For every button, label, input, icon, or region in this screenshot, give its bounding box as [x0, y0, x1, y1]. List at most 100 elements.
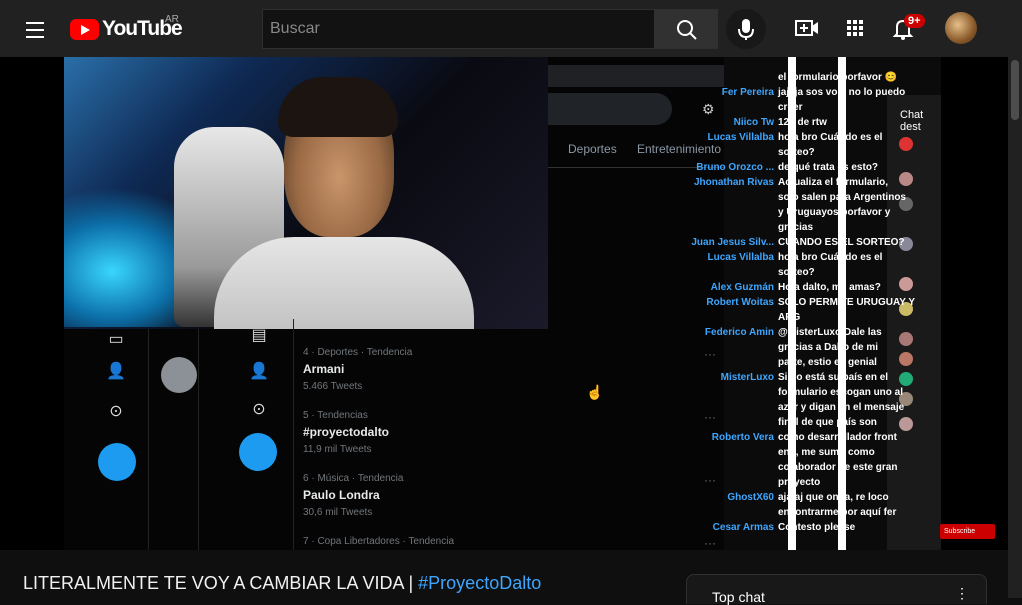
apps-grid-icon [847, 20, 863, 36]
more-options-icon: ··· [704, 473, 716, 487]
live-chat-header: Top chat ⋮ [686, 574, 987, 605]
chat-message-text: como desarrollador front [778, 432, 897, 443]
chat-author: Federico Amin [704, 327, 774, 338]
search-button[interactable] [654, 9, 718, 49]
person-hair [278, 77, 398, 137]
twitter-nav-right: ▤ 👤 ⊙ [199, 319, 294, 550]
chat-avatar [899, 137, 913, 151]
menu-icon[interactable] [22, 17, 48, 41]
chat-author: Roberto Vera [711, 432, 774, 443]
trend-name: #proyectodalto [303, 425, 390, 439]
mouse-cursor-icon: ☝ [586, 384, 604, 400]
chat-message-text: end, me sumo como [778, 447, 875, 458]
facecam-overlay [64, 57, 548, 329]
chat-message-text: el formulario porfavor 😊 [778, 72, 898, 83]
trend-name: Armani [303, 362, 345, 376]
featured-chat-header: Chat dest [900, 109, 924, 133]
account-avatar[interactable] [945, 12, 977, 44]
chat-avatar [899, 417, 913, 431]
chat-message-text: ajajaj que onda, re loco [778, 492, 889, 503]
video-player[interactable]: ⚙ Deportes Entretenimiento ▭ 👤 ⊙ ▤ 👤 ⊙ 4… [0, 57, 1008, 550]
chat-message-text: jajaja sos vos, no lo puedo [778, 87, 906, 98]
compose-tweet-icon [98, 443, 136, 481]
create-video-button[interactable] [793, 14, 821, 42]
chat-message-text: solo salen para Argentinos [778, 192, 906, 203]
chat-author: Lucas Villalba [707, 252, 774, 263]
profile-icon: 👤 [106, 363, 126, 380]
chat-message-text: sorteo? [778, 147, 815, 158]
chat-author: Juan Jesus Silv... [691, 237, 774, 248]
twitter-account-column [149, 329, 199, 550]
chat-message-text: Si no está su país en el [778, 372, 889, 383]
chat-message-text: final de que país son [778, 417, 877, 428]
voice-search-button[interactable] [726, 9, 766, 49]
chat-author: Bruno Orozco ... [696, 162, 774, 173]
trend-count: 5.466 Tweets [303, 381, 363, 392]
more-options-icon: ··· [704, 347, 716, 361]
trend-meta: 7 · Copa Libertadores · Tendencia [303, 536, 455, 547]
chat-avatar [899, 277, 913, 291]
featured-chat-column [887, 95, 941, 550]
chat-author: Niico Tw [733, 117, 774, 128]
more-icon: ⊙ [252, 401, 266, 418]
chat-author: Lucas Villalba [707, 132, 774, 143]
chat-message-text: hola bro Cuándo es el [778, 132, 883, 143]
twitter-nav-left: ▭ 👤 ⊙ [64, 329, 149, 550]
chat-message-text: sorteo? [778, 267, 815, 278]
apps-button[interactable] [841, 14, 869, 42]
chat-message-text: azar y digan en el mensaje [778, 402, 905, 413]
chat-author: Fer Pereira [721, 87, 774, 98]
video-title: LITERALMENTE TE VOY A CAMBIAR LA VIDA | … [23, 573, 541, 594]
chat-message-text: creer [778, 102, 803, 113]
scrollbar-thumb[interactable] [1011, 60, 1019, 120]
chat-message-text: encontrarme por aquí fer [778, 507, 897, 518]
top-chat-dropdown[interactable]: Top chat [712, 589, 765, 605]
profile-icon: 👤 [249, 363, 269, 380]
trend-name: Paulo Londra [303, 488, 380, 502]
chat-message-text: y Uruguayos porfavor y [778, 207, 891, 218]
person-shirt [214, 237, 474, 329]
chat-avatar [899, 332, 913, 346]
chat-message-text: Hola dalto, me amas? [778, 282, 881, 293]
more-icon: ⊙ [109, 403, 123, 420]
chat-message-text: hola bro Cuándo es el [778, 252, 883, 263]
hashtag-link[interactable]: #ProyectoDalto [418, 573, 541, 593]
chat-author: Robert Woitas [706, 297, 774, 308]
chat-author: Jhonathan Rivas [693, 177, 774, 188]
masthead: YouTube AR 9+ [0, 0, 1022, 57]
chat-avatar [899, 172, 913, 186]
search-input[interactable] [262, 9, 655, 49]
chat-author: Alex Guzmán [710, 282, 774, 293]
list-icon: ▭ [108, 331, 124, 348]
below-player: LITERALMENTE TE VOY A CAMBIAR LA VIDA | … [0, 550, 1008, 605]
trend-meta: 4 · Deportes · Tendencia [303, 347, 413, 358]
microphone-icon [738, 19, 754, 40]
chat-message-text: Contesto please [778, 522, 856, 533]
tab-deportes: Deportes [568, 142, 617, 156]
create-video-icon [795, 20, 818, 36]
country-code: AR [165, 14, 179, 25]
youtube-play-icon [70, 18, 99, 40]
trend-item: 5 · Tendencias #proyectodalto 11,9 mil T… [303, 410, 723, 455]
more-options-icon[interactable]: ⋮ [955, 585, 969, 602]
chat-author: Cesar Armas [712, 522, 774, 533]
chat-message-text: gracias a Dalto de mi [778, 342, 879, 353]
trend-count: 11,9 mil Tweets [303, 444, 372, 455]
trend-item: 4 · Deportes · Tendencia Armani 5.466 Tw… [303, 347, 723, 392]
chat-message-text: proyecto [778, 477, 821, 488]
chat-message-text: CUANDO ES EL SORTEO? [778, 237, 905, 248]
chat-message-text: de qué trata es esto? [778, 162, 879, 173]
chat-message-text: colaborador de este gran [778, 462, 898, 473]
chat-message-text: parte, estio es genial [778, 357, 877, 368]
chat-message-text: ARG [778, 312, 801, 323]
trend-meta: 6 · Música · Tendencia [303, 473, 404, 484]
list-icon: ▤ [251, 327, 267, 344]
chat-message-text: gracias [778, 222, 814, 233]
more-options-icon: ··· [704, 536, 716, 550]
chat-message-text: 12k de rtw [778, 117, 827, 128]
video-frame: ⚙ Deportes Entretenimiento ▭ 👤 ⊙ ▤ 👤 ⊙ 4… [64, 57, 941, 550]
video-title-text: LITERALMENTE TE VOY A CAMBIAR LA VIDA | [23, 573, 419, 593]
chat-message-text: formulario escogan uno al [778, 387, 904, 398]
trend-item: 6 · Música · Tendencia Paulo Londra 30,6… [303, 473, 723, 518]
subscribe-watermark[interactable]: Subscribe [940, 524, 995, 539]
